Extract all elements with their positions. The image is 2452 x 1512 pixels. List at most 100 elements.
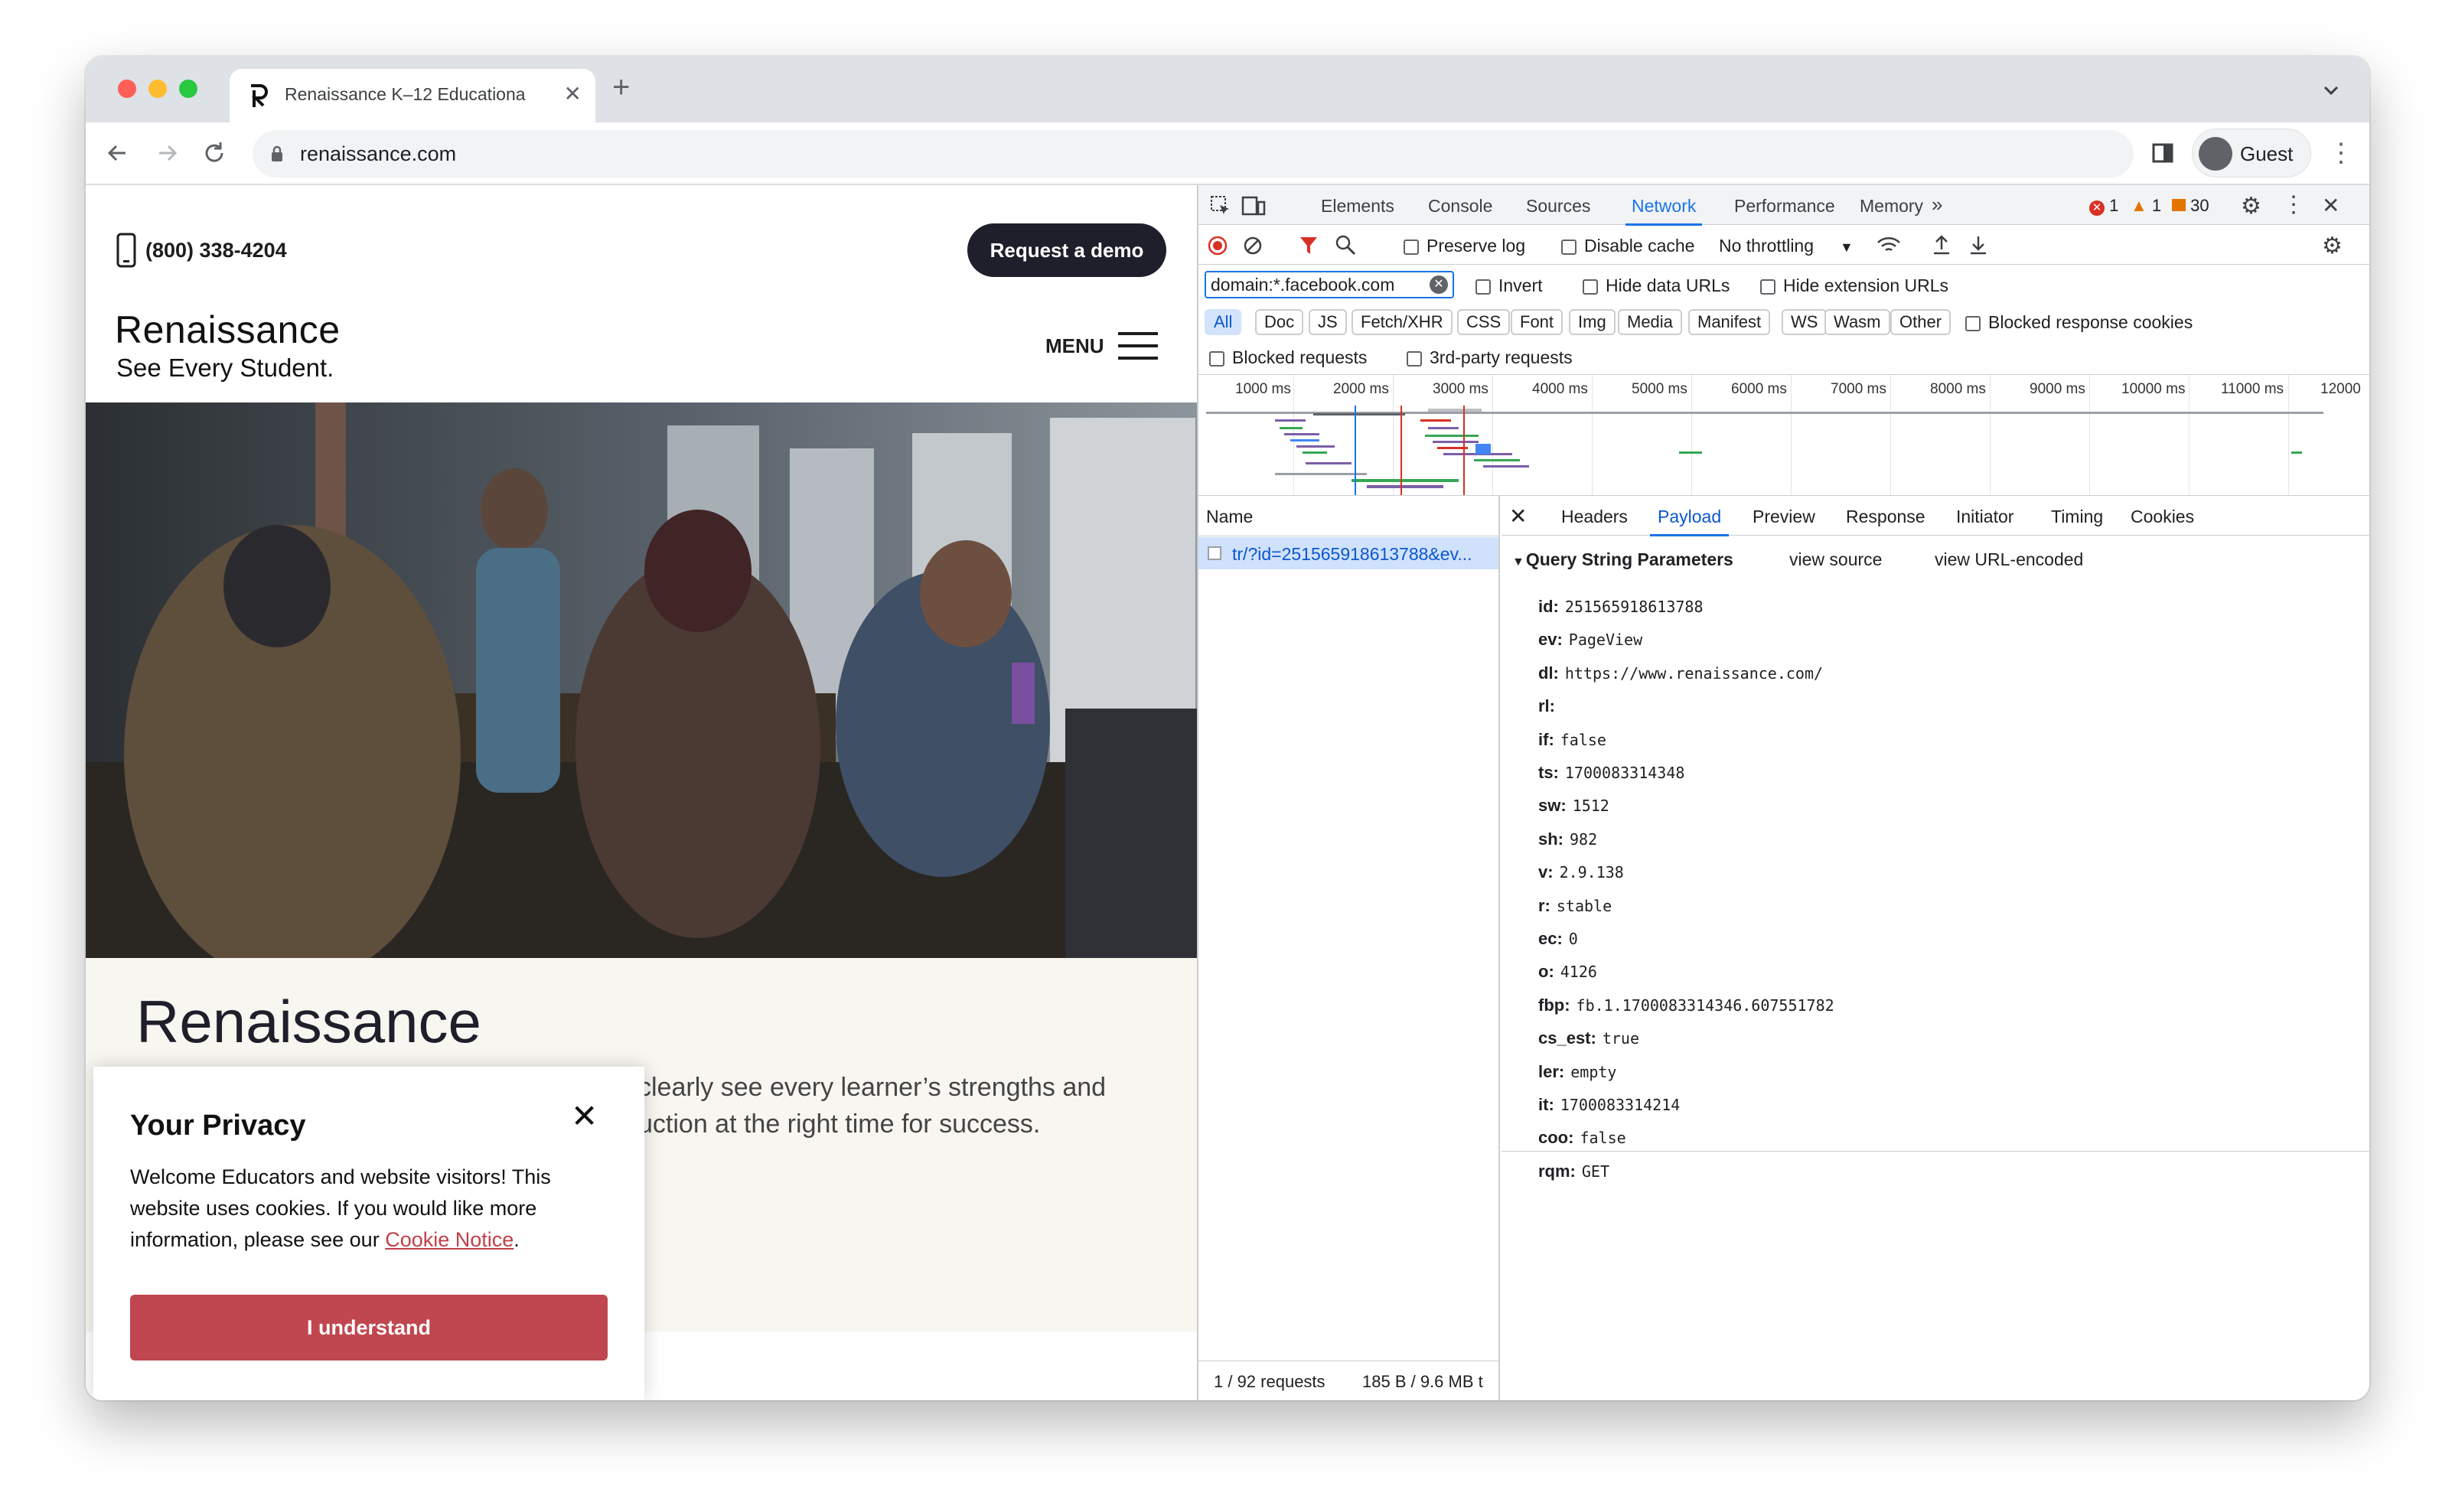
tab-preview[interactable]: Preview bbox=[1753, 507, 1815, 527]
type-doc[interactable]: Doc bbox=[1255, 309, 1304, 335]
tab-sources[interactable]: Sources bbox=[1526, 196, 1590, 217]
close-tab-icon[interactable]: ✕ bbox=[564, 81, 582, 106]
url-text[interactable]: renaissance.com bbox=[300, 142, 456, 166]
blocked-requests-checkbox[interactable]: Blocked requests bbox=[1209, 347, 1367, 368]
maximize-window-button[interactable] bbox=[179, 80, 197, 98]
close-privacy-icon[interactable]: ✕ bbox=[571, 1097, 598, 1135]
type-media[interactable]: Media bbox=[1618, 309, 1682, 335]
type-css[interactable]: CSS bbox=[1457, 309, 1511, 335]
tab-payload[interactable]: Payload bbox=[1649, 507, 1730, 536]
more-tabs-icon[interactable]: » bbox=[1932, 193, 1942, 217]
tick-label: 6000 ms bbox=[1731, 381, 1787, 397]
invert-box[interactable] bbox=[1475, 279, 1491, 295]
type-manifest[interactable]: Manifest bbox=[1688, 309, 1771, 335]
disable-cache-checkbox[interactable]: Disable cache bbox=[1561, 236, 1694, 256]
clear-filter-icon[interactable]: ✕ bbox=[1430, 275, 1448, 294]
new-tab-button[interactable]: + bbox=[612, 70, 630, 105]
query-string-parameters-header[interactable]: ▼Query String Parameters bbox=[1512, 549, 1733, 570]
tab-initiator[interactable]: Initiator bbox=[1956, 507, 2013, 527]
param-row: rl: bbox=[1538, 696, 1561, 716]
request-row[interactable]: tr/?id=251565918613788&ev... bbox=[1198, 537, 1498, 569]
hide-data-urls-checkbox[interactable]: Hide data URLs bbox=[1583, 275, 1730, 296]
type-font[interactable]: Font bbox=[1511, 309, 1563, 335]
blocked-requests-box[interactable] bbox=[1209, 350, 1224, 367]
blocked-response-cookies-box[interactable] bbox=[1965, 315, 1981, 331]
back-arrow-icon[interactable] bbox=[103, 138, 133, 168]
type-all[interactable]: All bbox=[1205, 309, 1242, 335]
hide-extension-urls-box[interactable] bbox=[1760, 279, 1775, 295]
tab-search-chevron-icon[interactable] bbox=[2320, 80, 2342, 101]
tab-network[interactable]: Network bbox=[1625, 196, 1703, 226]
tab-cookies[interactable]: Cookies bbox=[2131, 507, 2194, 527]
tab-headers[interactable]: Headers bbox=[1561, 507, 1628, 527]
privacy-period: . bbox=[514, 1228, 520, 1251]
third-party-checkbox[interactable]: 3rd-party requests bbox=[1407, 347, 1573, 368]
forward-arrow-icon[interactable] bbox=[152, 138, 182, 168]
tab-timing[interactable]: Timing bbox=[2051, 507, 2103, 527]
lock-icon[interactable] bbox=[271, 145, 283, 162]
device-toolbar-icon[interactable] bbox=[1241, 194, 1266, 217]
cookie-notice-link[interactable]: Cookie Notice bbox=[385, 1228, 514, 1251]
network-overview-timeline[interactable]: 1000 ms 2000 ms 3000 ms 4000 ms 5000 ms … bbox=[1198, 375, 2369, 496]
view-source-link[interactable]: view source bbox=[1789, 549, 1882, 570]
name-column-header[interactable]: Name bbox=[1206, 507, 1253, 527]
tab-response[interactable]: Response bbox=[1846, 507, 1925, 527]
param-key: o: bbox=[1538, 962, 1554, 982]
phone-link[interactable]: (800) 338-4204 bbox=[116, 233, 287, 268]
record-stop-icon[interactable] bbox=[1208, 236, 1228, 256]
preserve-log-checkbox[interactable]: Preserve log bbox=[1404, 236, 1525, 256]
omnibox[interactable]: renaissance.com bbox=[253, 130, 2134, 178]
filter-funnel-icon[interactable] bbox=[1299, 236, 1318, 256]
devtools-menu-icon[interactable]: ⋮ bbox=[2282, 191, 2305, 218]
view-url-encoded-link[interactable]: view URL-encoded bbox=[1935, 549, 2083, 570]
blocked-response-cookies-checkbox[interactable]: Blocked response cookies bbox=[1965, 312, 2193, 333]
tab-performance[interactable]: Performance bbox=[1734, 196, 1835, 217]
side-panel-icon[interactable] bbox=[2147, 138, 2178, 168]
browser-menu-icon[interactable]: ⋮ bbox=[2328, 138, 2354, 168]
param-row: sw: 1512 bbox=[1538, 796, 1609, 816]
throttling-select[interactable]: No throttling ▼ bbox=[1719, 236, 1854, 256]
tab-elements[interactable]: Elements bbox=[1321, 196, 1394, 217]
param-key: v: bbox=[1538, 862, 1554, 882]
type-ws[interactable]: WS bbox=[1782, 309, 1828, 335]
browser-tab[interactable]: Renaissance K–12 Educationa ✕ bbox=[230, 69, 595, 122]
tab-console[interactable]: Console bbox=[1428, 196, 1492, 217]
close-details-icon[interactable]: ✕ bbox=[1509, 503, 1527, 529]
clear-icon[interactable] bbox=[1243, 236, 1263, 256]
type-js[interactable]: JS bbox=[1309, 309, 1347, 335]
inspect-element-icon[interactable] bbox=[1209, 194, 1232, 217]
type-other[interactable]: Other bbox=[1890, 309, 1951, 335]
close-window-button[interactable] bbox=[118, 80, 136, 98]
export-har-icon[interactable] bbox=[1968, 234, 1988, 256]
menu-button[interactable]: MENU bbox=[1045, 331, 1158, 361]
request-demo-button[interactable]: Request a demo bbox=[967, 223, 1166, 277]
profile-button[interactable]: Guest bbox=[2192, 129, 2311, 178]
preserve-log-box[interactable] bbox=[1404, 239, 1419, 255]
reload-icon[interactable] bbox=[199, 138, 230, 168]
hide-extension-urls-checkbox[interactable]: Hide extension URLs bbox=[1760, 275, 1948, 296]
invert-label: Invert bbox=[1498, 275, 1543, 295]
issues-counter[interactable]: 30 bbox=[2172, 196, 2209, 216]
type-img[interactable]: Img bbox=[1569, 309, 1616, 335]
network-settings-icon[interactable]: ⚙ bbox=[2322, 233, 2343, 259]
site-logo[interactable]: Renaissance bbox=[115, 308, 341, 352]
hide-data-urls-box[interactable] bbox=[1583, 279, 1598, 295]
filter-input[interactable]: domain:*.facebook.com ✕ bbox=[1205, 271, 1454, 298]
disable-cache-box[interactable] bbox=[1561, 239, 1577, 255]
close-devtools-icon[interactable]: ✕ bbox=[2322, 193, 2340, 218]
settings-gear-icon[interactable]: ⚙ bbox=[2241, 193, 2261, 220]
third-party-box[interactable] bbox=[1407, 350, 1422, 367]
import-har-icon[interactable] bbox=[1932, 234, 1951, 256]
search-icon[interactable] bbox=[1335, 234, 1356, 256]
type-fetch-xhr[interactable]: Fetch/XHR bbox=[1352, 309, 1453, 335]
tab-memory[interactable]: Memory bbox=[1860, 196, 1923, 217]
i-understand-button[interactable]: I understand bbox=[130, 1295, 608, 1360]
warning-counter[interactable]: ▲ 1 bbox=[2131, 196, 2161, 216]
type-wasm[interactable]: Wasm bbox=[1824, 309, 1890, 335]
browser-window: Renaissance K–12 Educationa ✕ + renaissa… bbox=[86, 57, 2369, 1400]
param-row: sh: 982 bbox=[1538, 829, 1597, 849]
invert-checkbox[interactable]: Invert bbox=[1475, 275, 1543, 296]
minimize-window-button[interactable] bbox=[148, 80, 167, 98]
network-conditions-icon[interactable] bbox=[1876, 236, 1901, 256]
error-counter[interactable]: ✕ 1 bbox=[2089, 196, 2118, 216]
